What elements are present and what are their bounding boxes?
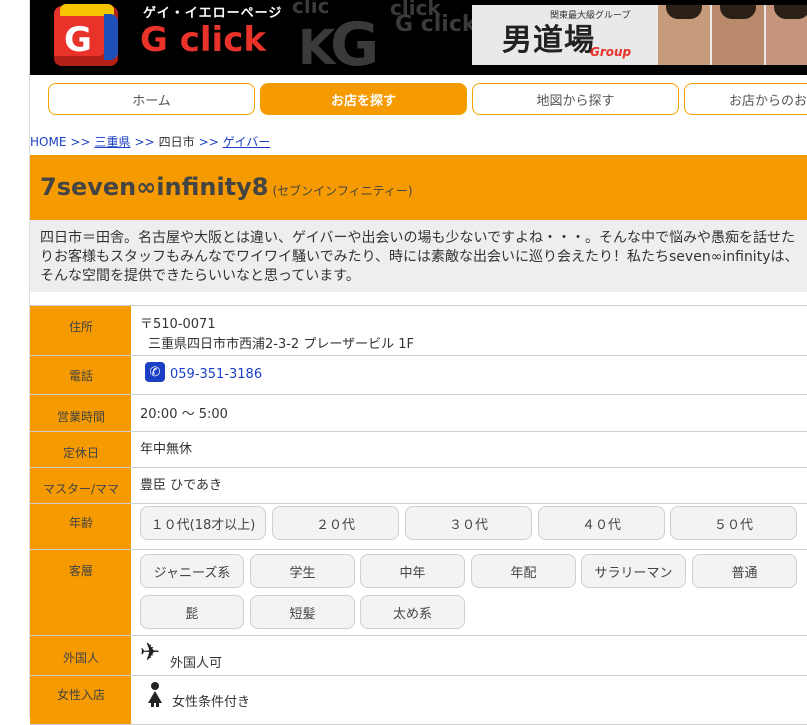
nav-tab-find-shop[interactable]: お店を探す (260, 83, 467, 115)
master-value: 豊臣 ひであき (140, 468, 807, 504)
age-chip[interactable]: １０代(18才以上) (140, 506, 266, 540)
row-customer-type: 客層 ジャニーズ系 学生 中年 年配 サラリーマン 普通 髭 短髪 太め系 (30, 549, 807, 636)
nav-tab-shop-news[interactable]: お店からのお (684, 83, 807, 115)
breadcrumb-separator: >> (134, 135, 155, 149)
row-hours: 営業時間 20:00 ～ 5:00 (30, 394, 807, 432)
hours-value: 20:00 ～ 5:00 (140, 395, 807, 432)
holiday-label: 定休日 (30, 432, 131, 468)
customer-type-chips: ジャニーズ系 学生 中年 年配 サラリーマン 普通 髭 短髪 太め系 (140, 550, 807, 636)
type-chip[interactable]: 普通 (692, 554, 797, 588)
breadcrumb-city: 四日市 (158, 135, 195, 149)
holiday-text: 年中無休 (140, 442, 193, 457)
logo-cube-icon: G (54, 4, 118, 66)
breadcrumb-home[interactable]: HOME (30, 135, 66, 149)
nav-tab-map[interactable]: 地図から探す (472, 83, 679, 115)
row-phone: 電話 ✆ 059-351-3186 (30, 355, 807, 395)
phone-icon: ✆ (145, 362, 165, 382)
type-chip[interactable]: 髭 (140, 595, 244, 629)
type-chip[interactable]: 太め系 (360, 595, 465, 629)
master-text: 豊臣 ひであき (140, 478, 223, 493)
nav-tab-label: お店からのお (729, 93, 807, 109)
nav-tab-label: 地図から探す (536, 93, 615, 109)
age-chip[interactable]: ５０代 (670, 506, 797, 540)
age-label: 年齢 (30, 504, 131, 550)
breadcrumb: HOME >> 三重県 >> 四日市 >> ゲイバー (30, 133, 270, 150)
age-chip[interactable]: ４０代 (538, 506, 665, 540)
women-label: 女性入店 (30, 676, 131, 724)
women-value: 女性条件付き (140, 676, 807, 724)
nav-tab-label: ホーム (132, 93, 171, 109)
phone-value: ✆ 059-351-3186 (139, 356, 807, 395)
foreigner-value: ✈ 外国人可 (140, 636, 807, 676)
master-label: マスター/ママ (30, 468, 131, 504)
brand-subtitle: ゲイ・イエローページ (143, 6, 283, 21)
age-chips: １０代(18才以上) ２０代 ３０代 ４０代 ５０代 (140, 504, 807, 550)
address-label: 住所 (30, 306, 131, 356)
women-text: 女性条件付き (172, 695, 251, 710)
type-chip[interactable]: サラリーマン (581, 554, 686, 588)
nav-tab-label: お店を探す (330, 93, 396, 109)
phone-link[interactable]: 059-351-3186 (170, 367, 262, 382)
address-text: 三重県四日市市西浦2-3-2 プレーザービル 1F (148, 337, 414, 352)
background-watermark: K (298, 20, 336, 75)
shop-description: 四日市＝田舎。名古屋や大阪とは違い、ゲイバーや出会いの場も少ないですよね・・・。… (30, 220, 807, 292)
age-chip[interactable]: ２０代 (272, 506, 399, 540)
ad-model-photos (650, 5, 807, 65)
shop-name-wrap: 7seven∞infinity8 (セブンインフィニティー) (40, 173, 413, 201)
main-nav: ホーム お店を探す 地図から探す お店からのお (48, 83, 807, 117)
type-chip[interactable]: 短髪 (250, 595, 355, 629)
brand-title: G click (140, 20, 266, 60)
nav-tab-home[interactable]: ホーム (48, 83, 255, 115)
site-header: clic G click G click K G ゲイ・イエローページ G cl… (30, 0, 807, 75)
address-value: 〒510-0071 三重県四日市市西浦2-3-2 プレーザービル 1F (140, 306, 807, 356)
holiday-value: 年中無休 (140, 432, 807, 468)
postal-code: 〒510-0071 (140, 317, 216, 332)
ad-script: Group (590, 45, 632, 59)
row-age: 年齢 １０代(18才以上) ２０代 ３０代 ４０代 ５０代 (30, 503, 807, 550)
breadcrumb-category[interactable]: ゲイバー (223, 135, 271, 149)
row-holiday: 定休日 年中無休 (30, 431, 807, 468)
phone-label: 電話 (30, 356, 131, 395)
type-chip[interactable]: 年配 (471, 554, 576, 588)
type-chip[interactable]: 中年 (360, 554, 465, 588)
site-logo[interactable]: G (54, 4, 118, 66)
hours-text: 20:00 ～ 5:00 (140, 407, 228, 422)
customer-type-label: 客層 (30, 550, 131, 636)
breadcrumb-separator: >> (198, 135, 219, 149)
type-chip[interactable]: ジャニーズ系 (140, 554, 244, 588)
foreigner-text: 外国人可 (170, 656, 223, 671)
type-chip[interactable]: 学生 (250, 554, 355, 588)
breadcrumb-separator: >> (70, 135, 91, 149)
airplane-icon: ✈ (140, 638, 161, 666)
foreigner-label: 外国人 (30, 636, 131, 676)
background-watermark: G (330, 10, 380, 75)
row-foreigner: 外国人 ✈ 外国人可 (30, 635, 807, 676)
row-address: 住所 〒510-0071 三重県四日市市西浦2-3-2 プレーザービル 1F (30, 305, 807, 356)
row-master: マスター/ママ 豊臣 ひであき (30, 467, 807, 504)
ad-banner[interactable]: 関東最大級グループ 男道場 Group (472, 5, 807, 65)
background-watermark: G click (395, 12, 477, 37)
hours-label: 営業時間 (30, 395, 131, 432)
background-watermark: clic (292, 0, 330, 18)
age-chip[interactable]: ３０代 (405, 506, 532, 540)
shop-title-band: 7seven∞infinity8 (セブンインフィニティー) (30, 155, 807, 220)
shop-name-kana: (セブンインフィニティー) (272, 184, 413, 198)
ad-title: 男道場 (502, 23, 595, 58)
woman-icon (147, 682, 163, 707)
shop-name: 7seven∞infinity8 (40, 173, 269, 201)
breadcrumb-pref[interactable]: 三重県 (95, 135, 131, 149)
